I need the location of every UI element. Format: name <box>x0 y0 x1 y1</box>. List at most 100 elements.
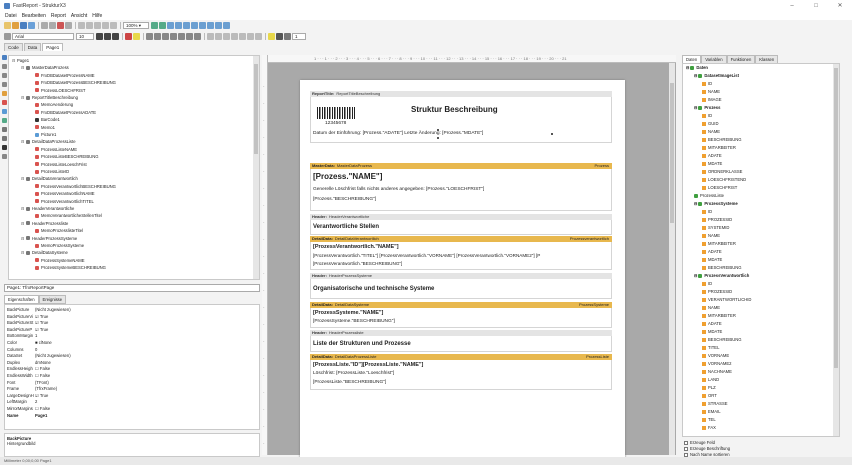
property-value[interactable]: ☐ False <box>35 406 50 411</box>
align-left-icon[interactable] <box>167 22 174 29</box>
prozess-beschreibung-memo[interactable]: [Prozess."BESCHREIBUNG"] <box>313 197 376 202</box>
verantwortlich-beschreibung-memo[interactable]: [ProzessVerantwortlich."BESCHREIBUNG"] <box>313 261 402 266</box>
expand-icon[interactable]: ⊟ <box>694 105 697 110</box>
select-tool-icon[interactable] <box>2 55 7 60</box>
band-masterdata[interactable]: [Prozess."NAME"] Generelle Löschfrist fa… <box>310 169 612 211</box>
property-value[interactable]: Page1 <box>35 413 47 418</box>
dataset-item[interactable]: ⊟ ProzessSysteme <box>694 201 738 206</box>
expand-icon[interactable]: ⊟ <box>21 95 25 100</box>
data-field-item[interactable]: PLZ <box>702 385 716 390</box>
tree-node[interactable]: ProzessLOESCHFRIST <box>30 88 85 93</box>
data-field-item[interactable]: NAME <box>702 305 720 310</box>
preview-icon[interactable] <box>28 22 35 29</box>
data-field-item[interactable]: FAX <box>702 425 716 430</box>
data-field-item[interactable]: PROZESSID <box>702 289 732 294</box>
open-icon[interactable] <box>12 22 19 29</box>
tree-node[interactable]: ProzessSystemeBESCHREIBUNG <box>30 265 106 270</box>
style-icon[interactable] <box>4 33 11 40</box>
highlight-icon[interactable] <box>133 33 140 40</box>
frame-all-icon[interactable] <box>239 33 246 40</box>
expand-icon[interactable]: ⊟ <box>21 236 25 241</box>
verantwortliche-title[interactable]: Verantwortliche Stellen <box>313 224 379 230</box>
property-row[interactable]: LargeDesignH ☑ True <box>7 393 257 398</box>
edit-text-tool-icon[interactable] <box>2 82 7 87</box>
data-field-item[interactable]: LOESCHFRIST <box>702 185 737 190</box>
frame-color-icon[interactable] <box>276 33 283 40</box>
property-value[interactable]: 1 <box>35 333 37 338</box>
text-justify-icon[interactable] <box>170 33 177 40</box>
data-field-item[interactable]: ADATE <box>702 321 722 326</box>
italic-icon[interactable] <box>104 33 111 40</box>
systeme-name-memo[interactable]: [ProzessSysteme."NAME"] <box>313 310 383 316</box>
property-value[interactable]: (TFont) <box>35 380 49 385</box>
tab-events[interactable]: Ereignisse <box>38 295 67 304</box>
font-color-icon[interactable] <box>125 33 132 40</box>
tab-page1[interactable]: Page1 <box>42 43 64 51</box>
property-value[interactable]: ☐ False <box>35 373 50 378</box>
new-report-icon[interactable] <box>4 22 11 29</box>
data-field-item[interactable]: MDATE <box>702 161 722 166</box>
line-object-icon[interactable] <box>2 127 7 132</box>
menu-hilfe[interactable]: Hilfe <box>92 13 102 19</box>
band-prozessliste[interactable]: Liste der Strukturen und Prozesse <box>310 336 612 352</box>
property-value[interactable]: 2 <box>35 399 37 404</box>
data-field-item[interactable]: ID <box>702 81 712 86</box>
zoom-combo[interactable]: 100% ▾ <box>123 22 149 29</box>
zoom-tool-icon[interactable] <box>2 73 7 78</box>
frame-top-icon[interactable] <box>207 33 214 40</box>
prozessliste-title[interactable]: Liste der Strukturen und Prozesse <box>313 341 411 347</box>
tree-node[interactable]: ⊟ HeaderVerantwortliche <box>21 206 74 211</box>
property-row[interactable]: Frame (TfrxFrame) <box>7 386 257 391</box>
data-field-item[interactable]: ID <box>702 209 712 214</box>
minimize-button[interactable]: – <box>780 0 804 11</box>
tree-node[interactable]: MemoAenderung <box>30 102 73 107</box>
data-field-item[interactable]: BESCHREIBUNG <box>702 337 742 342</box>
data-field-item[interactable]: VORNAME <box>702 353 729 358</box>
loeschfrist-memo[interactable]: Generelle Löschfrist falls nichts andere… <box>313 187 484 192</box>
cut-icon[interactable] <box>78 22 85 29</box>
text-top-icon[interactable] <box>178 33 185 40</box>
prozess-name-memo[interactable]: [Prozess."NAME"] <box>313 172 382 181</box>
fill-color-icon[interactable] <box>268 33 275 40</box>
dates-memo[interactable]: Datum der Einführung: [Prozess."ADATE"] … <box>313 131 483 136</box>
tree-node[interactable]: FrxDBDatasetProzessNAME <box>30 73 95 78</box>
property-value[interactable]: ■ clNone <box>35 340 52 345</box>
property-row[interactable]: MirrorMargins ☐ False <box>7 406 257 411</box>
data-field-item[interactable]: IMAGE <box>702 97 722 102</box>
menu-ansicht[interactable]: Ansicht <box>71 13 87 19</box>
data-tree-scrollbar[interactable] <box>833 64 839 436</box>
data-field-item[interactable]: LOESCHFRISTEND <box>702 177 746 182</box>
expand-icon[interactable]: ⊟ <box>21 176 25 181</box>
data-field-item[interactable]: MDATE <box>702 257 722 262</box>
frame-style-icon[interactable] <box>284 33 291 40</box>
band-detail-verantwortlich[interactable]: [ProzessVerantwortlich."NAME"] [ProzessV… <box>310 242 612 270</box>
bold-icon[interactable] <box>96 33 103 40</box>
undo-icon[interactable] <box>102 22 109 29</box>
tree-node[interactable]: ProzessVerantwortlichNAME <box>30 191 95 196</box>
data-field-item[interactable]: VORNAME2 <box>702 361 732 366</box>
property-value[interactable]: ☑ True <box>35 393 48 398</box>
property-row[interactable]: BackPicture (Nicht zugewiesen) <box>7 307 257 312</box>
hand-tool-icon[interactable] <box>2 64 7 69</box>
align-grid-icon[interactable] <box>159 22 166 29</box>
align-right-icon[interactable] <box>183 22 190 29</box>
picture-object-icon[interactable] <box>2 109 7 114</box>
tree-node[interactable]: ProzessListeLoeschFrist <box>30 162 87 167</box>
data-field-item[interactable]: ADATE <box>702 249 722 254</box>
prozessliste-loeschfrist-memo[interactable]: Löschfrist: [ProzessListe."Loeschfrist"] <box>313 371 394 376</box>
data-field-item[interactable]: STRASSE <box>702 401 728 406</box>
menu-datei[interactable]: Datei <box>5 13 17 19</box>
tree-scrollbar[interactable] <box>253 56 259 279</box>
tab-properties[interactable]: Eigenschaften <box>4 295 39 304</box>
band-reporttitle[interactable]: Struktur Beschreibung 12345678 Datum der… <box>310 97 612 143</box>
band-tool-icon[interactable] <box>2 91 7 96</box>
band-prozesssysteme[interactable]: Organisatorische und technische Systeme <box>310 279 612 299</box>
align-top-icon[interactable] <box>191 22 198 29</box>
tree-node[interactable]: ⊟ ReportTitleBeschreibung <box>21 95 78 100</box>
data-field-item[interactable]: NACHNAME <box>702 369 732 374</box>
expand-icon[interactable]: ⊟ <box>694 201 697 206</box>
tree-node[interactable]: FrxDBDatasetProzessADATE <box>30 110 96 115</box>
tree-node[interactable]: MemoProzesslisteTitel <box>30 228 83 233</box>
prozessliste-name-memo[interactable]: [ProzessListe."ID"][ProzessListe."NAME"] <box>313 362 423 368</box>
redo-icon[interactable] <box>110 22 117 29</box>
